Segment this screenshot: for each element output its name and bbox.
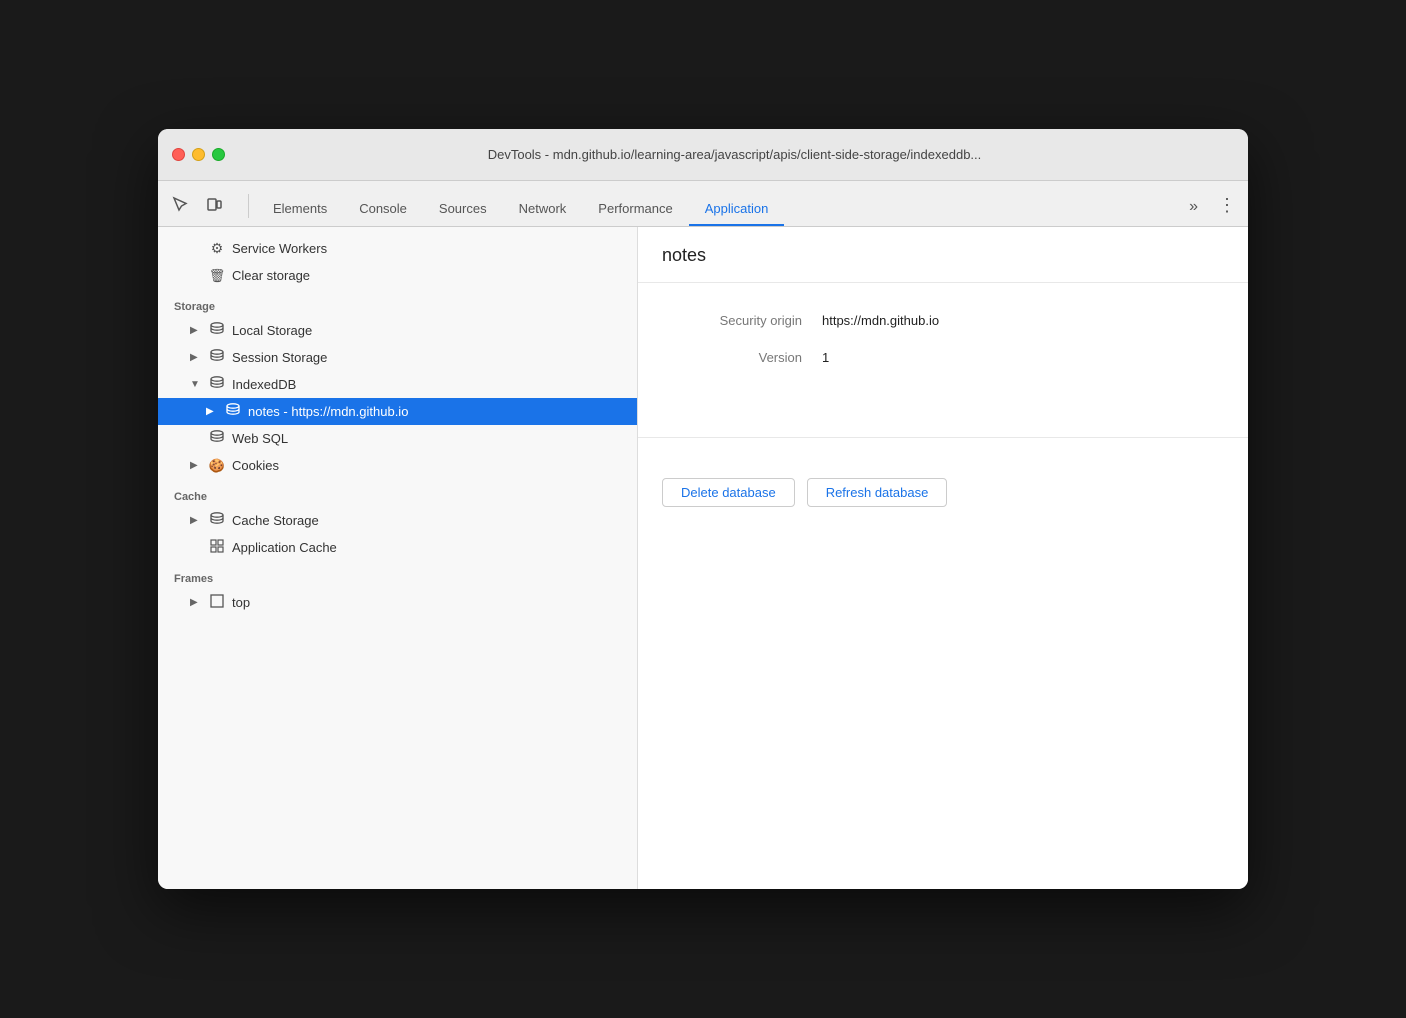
tab-network[interactable]: Network [503,193,583,226]
sidebar-item-label: Web SQL [232,431,288,446]
sidebar-item-label: Application Cache [232,540,337,555]
cache-section-header: Cache [158,479,637,507]
close-button[interactable] [172,148,185,161]
tab-sources[interactable]: Sources [423,193,503,226]
arrow-icon: ▶ [190,597,202,608]
db-icon [208,512,226,529]
traffic-lights [172,148,225,161]
arrow-icon: ▶ [190,352,202,363]
sidebar-item-service-workers[interactable]: Service Workers [158,235,637,262]
arrow-down-icon: ▼ [190,379,202,390]
content-body: Security origin https://mdn.github.io Ve… [638,283,1248,417]
content-divider [638,437,1248,438]
sidebar-item-label: notes - https://mdn.github.io [248,404,408,419]
content-header: notes [638,227,1248,283]
arrow-icon: ▶ [190,515,202,526]
device-mode-icon[interactable] [200,190,228,218]
tabs: Elements Console Sources Network Perform… [257,193,1181,226]
cookie-icon [208,457,226,474]
refresh-database-button[interactable]: Refresh database [807,478,948,507]
security-origin-row: Security origin https://mdn.github.io [662,313,1224,328]
sidebar-item-clear-storage[interactable]: Clear storage [158,262,637,289]
devtools-window: DevTools - mdn.github.io/learning-area/j… [158,129,1248,889]
delete-database-button[interactable]: Delete database [662,478,795,507]
sidebar-item-label: Cache Storage [232,513,319,528]
sidebar-item-application-cache[interactable]: Application Cache [158,534,637,561]
sidebar-item-notes-db[interactable]: ▶ notes - https://mdn.github.io [158,398,637,425]
sidebar-item-label: top [232,595,250,610]
db-icon [208,322,226,339]
devtools-menu-button[interactable]: ⋮ [1214,187,1240,226]
sidebar-item-label: IndexedDB [232,377,296,392]
arrow-icon: ▶ [190,460,202,471]
version-label: Version [662,350,822,365]
storage-section-header: Storage [158,289,637,317]
tab-bar: Elements Console Sources Network Perform… [158,181,1248,227]
sidebar-item-label: Service Workers [232,241,327,256]
sidebar-item-cache-storage[interactable]: ▶ Cache Storage [158,507,637,534]
version-row: Version 1 [662,350,1224,365]
inspect-icon[interactable] [166,190,194,218]
maximize-button[interactable] [212,148,225,161]
minimize-button[interactable] [192,148,205,161]
sidebar-item-label: Session Storage [232,350,327,365]
grid-icon [208,539,226,556]
sidebar-item-cookies[interactable]: ▶ Cookies [158,452,637,479]
sidebar-item-label: Local Storage [232,323,312,338]
sidebar-item-local-storage[interactable]: ▶ Local Storage [158,317,637,344]
trash-icon [208,267,226,284]
sidebar-item-label: Cookies [232,458,279,473]
sidebar-item-label: Clear storage [232,268,310,283]
frames-section-header: Frames [158,561,637,589]
tab-elements[interactable]: Elements [257,193,343,226]
arrow-icon: ▶ [190,325,202,336]
sidebar-item-web-sql[interactable]: Web SQL [158,425,637,452]
more-tabs-button[interactable]: » [1181,190,1206,226]
security-origin-value: https://mdn.github.io [822,313,939,328]
db-icon-selected [224,403,242,420]
tab-performance[interactable]: Performance [582,193,688,226]
tab-divider [248,194,249,218]
content-title: notes [662,245,706,265]
tab-console[interactable]: Console [343,193,423,226]
version-value: 1 [822,350,829,365]
frame-icon [208,594,226,611]
sidebar: Service Workers Clear storage Storage ▶ … [158,227,638,889]
actions-area: Delete database Refresh database [638,458,1248,527]
db-icon [208,376,226,393]
sidebar-item-session-storage[interactable]: ▶ Session Storage [158,344,637,371]
db-icon [208,349,226,366]
window-title: DevTools - mdn.github.io/learning-area/j… [235,147,1234,162]
main-area: Service Workers Clear storage Storage ▶ … [158,227,1248,889]
toolbar-icons [166,190,228,226]
arrow-right-icon: ▶ [206,406,218,417]
tab-application[interactable]: Application [689,193,785,226]
sidebar-item-top-frame[interactable]: ▶ top [158,589,637,616]
db-icon [208,430,226,447]
title-bar: DevTools - mdn.github.io/learning-area/j… [158,129,1248,181]
security-origin-label: Security origin [662,313,822,328]
sidebar-item-indexeddb[interactable]: ▼ IndexedDB [158,371,637,398]
gear-icon [208,240,226,257]
content-area: notes Security origin https://mdn.github… [638,227,1248,889]
